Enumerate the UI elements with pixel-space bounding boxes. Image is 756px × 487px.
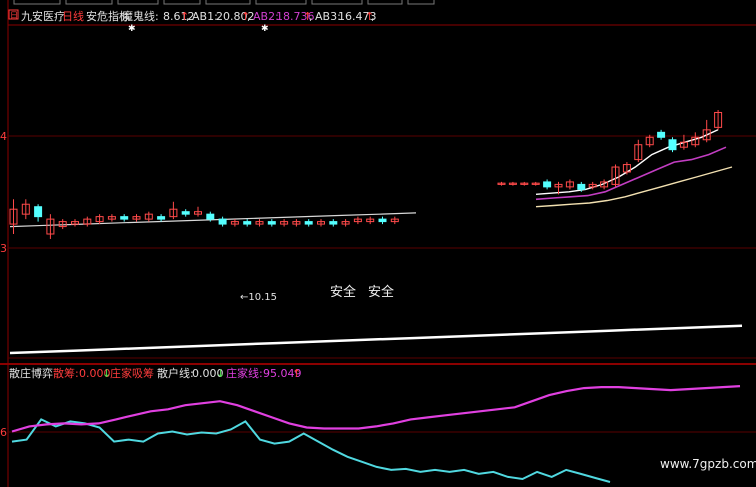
ab2-label: AB2: bbox=[253, 10, 279, 23]
candle-right-body-7 bbox=[577, 183, 586, 190]
mogui-value: 8.612 bbox=[163, 10, 195, 23]
stock-name: 九安医疗 bbox=[21, 9, 65, 23]
sanchou-label: 散筹: bbox=[53, 366, 79, 380]
toolbar-button-remnant-8[interactable] bbox=[367, 0, 403, 5]
y-tick-label-upper-2: 3 bbox=[0, 242, 7, 255]
toolbar-button-remnant-6[interactable] bbox=[255, 0, 307, 5]
candle-left-body-2 bbox=[34, 206, 43, 218]
ab1-label: AB1: bbox=[192, 10, 218, 23]
candle-left-body-12 bbox=[157, 216, 166, 220]
grid bbox=[0, 0, 756, 487]
lower-legend: 散庄博弈 散筹: 0.000 ↓ 庄家吸筹 散户线: 0.000 ↓ 庄家线: … bbox=[9, 366, 302, 380]
candle-left-body-21 bbox=[267, 221, 276, 225]
low-price-annotation: ←10.15 bbox=[240, 292, 277, 303]
star-marker-2: ✱ bbox=[261, 24, 269, 34]
toolbar-button-remnant-4[interactable] bbox=[163, 0, 201, 5]
candle-left-body-14 bbox=[181, 211, 190, 215]
period-badge: 日 bbox=[10, 11, 18, 20]
mogui-label: 魔鬼线: bbox=[122, 9, 159, 23]
ab2-comma: , bbox=[309, 10, 313, 23]
toolbar-button-remnant-1[interactable] bbox=[13, 0, 61, 5]
candle-left-body-16 bbox=[206, 213, 215, 220]
y-tick-label-lower-1: 6 bbox=[0, 426, 7, 439]
candle-right-body-15 bbox=[668, 139, 677, 151]
ab3-label: AB3: bbox=[315, 10, 341, 23]
long-trend-line bbox=[9, 324, 743, 355]
candle-right-body-4 bbox=[543, 181, 552, 188]
candle-left-body-24 bbox=[304, 221, 313, 225]
toolbar-button-remnant-2[interactable] bbox=[65, 0, 113, 5]
zhuangjia-series-line bbox=[11, 385, 741, 433]
safe-label-1: 安全 bbox=[330, 284, 356, 300]
toolbar-remnants bbox=[13, 0, 435, 5]
star-marker-1: ✱ bbox=[128, 24, 136, 34]
indicator-panel bbox=[11, 385, 741, 483]
toolbar-button-remnant-5[interactable] bbox=[205, 0, 251, 5]
zhuangjia-label: 庄家线: bbox=[226, 366, 263, 380]
sanhu-arrow: ↓ bbox=[216, 367, 225, 380]
price-annotations: ←10.15 安全 安全 bbox=[240, 284, 394, 303]
candle-left-body-17 bbox=[218, 218, 227, 225]
zhuangjia-arrow: ↑ bbox=[292, 367, 301, 380]
safe-label-2: 安全 bbox=[368, 284, 394, 300]
ma-white-right-line bbox=[535, 129, 719, 195]
chart-canvas: 4 3 6 日 九安医疗 日线 安危指标 魔鬼线: 8.612 ↑ , AB1:… bbox=[0, 0, 756, 487]
zhuang-label: 庄家吸筹 bbox=[110, 366, 154, 380]
candle-left-body-30 bbox=[378, 218, 387, 223]
candle-left-body-26 bbox=[329, 221, 338, 225]
ab1-comma: , bbox=[247, 10, 251, 23]
toolbar-button-remnant-9[interactable] bbox=[407, 0, 435, 5]
mogui-comma: , bbox=[186, 10, 190, 23]
candle-left-body-19 bbox=[243, 221, 252, 225]
stock-chart-window: 4 3 6 日 九安医疗 日线 安危指标 魔鬼线: 8.612 ↑ , AB1:… bbox=[0, 0, 756, 487]
price-panel bbox=[9, 110, 743, 355]
ab3-comma: , bbox=[371, 10, 375, 23]
axis-labels: 4 3 6 bbox=[0, 130, 7, 439]
sanhu-label: 散户线: bbox=[157, 366, 194, 380]
candle-left-body-9 bbox=[120, 216, 129, 220]
header-legend: 日 九安医疗 日线 安危指标 魔鬼线: 8.612 ↑ , AB1: 20.80… bbox=[8, 9, 377, 34]
ma-cream-right-line bbox=[535, 166, 733, 208]
watermark-text: www.7gpzb.com bbox=[660, 457, 756, 471]
toolbar-button-remnant-3[interactable] bbox=[117, 0, 159, 5]
y-tick-label-upper-1: 4 bbox=[0, 130, 7, 143]
candle-right-body-14 bbox=[657, 131, 666, 138]
lower-indicator-name: 散庄博弈 bbox=[9, 366, 53, 380]
toolbar-button-remnant-7[interactable] bbox=[311, 0, 363, 5]
period-label: 日线 bbox=[62, 9, 84, 23]
